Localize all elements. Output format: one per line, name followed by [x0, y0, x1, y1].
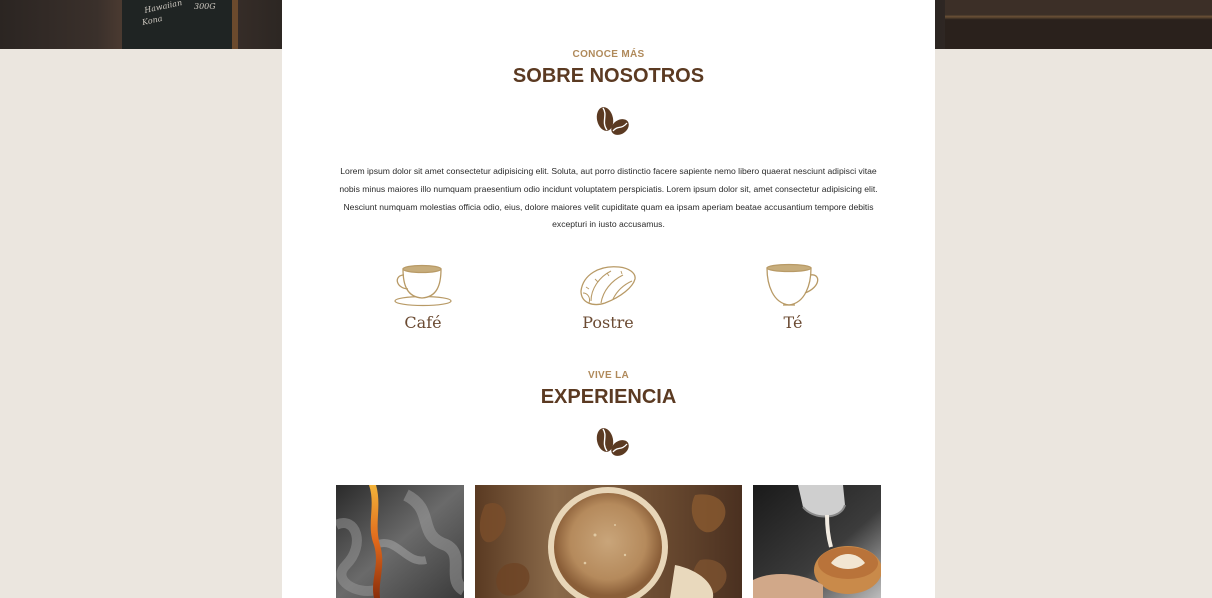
- board-text-line-3: 300G: [194, 2, 216, 11]
- coffee-beans-icon: [596, 428, 629, 456]
- board-text-line-1: Hawaiian: [143, 0, 183, 15]
- content-card: CONOCE MÁS SOBRE NOSOTROS Lorem ipsum do…: [282, 0, 935, 598]
- feature-cafe: Café: [363, 263, 483, 332]
- fire-smoke-photo[interactable]: [336, 485, 464, 598]
- coffee-cup-image: [475, 485, 742, 598]
- coffee-cup-icon: [394, 264, 452, 307]
- latte-art-image: [753, 485, 881, 598]
- board-text-line-2: Kona: [141, 13, 164, 28]
- tea-cup-icon: [766, 263, 819, 306]
- croissant-icon: [580, 266, 636, 306]
- latte-art-photo[interactable]: [753, 485, 881, 598]
- chalkboard-menu: Hawaiian Kona 300G: [122, 0, 238, 49]
- about-title: SOBRE NOSOTROS: [512, 65, 705, 87]
- coffee-cup-photo[interactable]: [475, 485, 742, 598]
- feature-postre: Postre: [548, 263, 668, 332]
- fire-smoke-image: [336, 485, 464, 598]
- shelf-decor: [945, 0, 1212, 49]
- feature-label-postre: Postre: [582, 313, 634, 332]
- feature-te: Té: [733, 263, 853, 332]
- coffee-beans-icon: [596, 107, 629, 135]
- feature-label-cafe: Café: [404, 313, 442, 332]
- about-paragraph: Lorem ipsum dolor sit amet consectetur a…: [339, 166, 878, 230]
- experience-eyebrow: VIVE LA: [588, 370, 629, 381]
- about-eyebrow: CONOCE MÁS: [572, 49, 645, 60]
- experience-title: EXPERIENCIA: [540, 386, 677, 408]
- feature-label-te: Té: [783, 313, 803, 332]
